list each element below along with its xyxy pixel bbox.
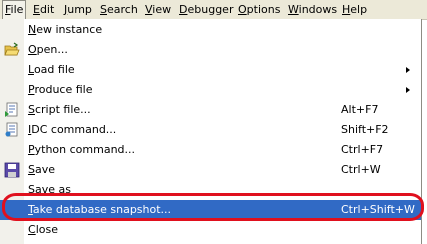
menu-item-shortcut: Ctrl+F7 xyxy=(341,143,384,156)
menu-item-produce-file[interactable]: Produce file xyxy=(0,80,421,100)
menu-item-label: New instance xyxy=(28,23,103,36)
menu-item-new-instance[interactable]: New instance xyxy=(0,20,421,40)
menu-item-label: Open... xyxy=(28,43,68,56)
menu-item-label: Script file... xyxy=(28,103,91,116)
menu-item-shortcut: Shift+F2 xyxy=(341,123,389,136)
open-folder-icon xyxy=(4,42,20,58)
menu-debugger[interactable]: Debugger xyxy=(177,0,235,19)
menu-item-label: Produce file xyxy=(28,83,93,96)
menu-help[interactable]: Help xyxy=(340,0,369,19)
menu-item-script-file[interactable]: Script file... Alt+F7 xyxy=(0,100,421,120)
menu-search[interactable]: Search xyxy=(98,0,140,19)
annotation-highlight-oval xyxy=(2,193,424,221)
menu-options[interactable]: Options xyxy=(236,0,282,19)
save-disk-icon xyxy=(4,162,20,178)
menu-item-label: Close xyxy=(28,223,58,236)
menu-item-label: Python command... xyxy=(28,143,136,156)
menu-item-close[interactable]: Close xyxy=(0,220,421,240)
idc-command-icon xyxy=(4,122,20,138)
menu-edit[interactable]: Edit xyxy=(31,0,56,19)
menu-item-label: Load file xyxy=(28,63,75,76)
menu-bar: File Edit Jump Search View Debugger Opti… xyxy=(0,0,427,20)
menu-jump[interactable]: Jump xyxy=(62,0,94,19)
menu-item-load-file[interactable]: Load file xyxy=(0,60,421,80)
menu-view[interactable]: View xyxy=(143,0,173,19)
menu-item-shortcut: Alt+F7 xyxy=(341,103,379,116)
menu-item-label: IDC command... xyxy=(28,123,117,136)
menu-item-shortcut: Ctrl+W xyxy=(341,163,381,176)
menu-windows[interactable]: Windows xyxy=(286,0,339,19)
menu-item-python-command[interactable]: Python command... Ctrl+F7 xyxy=(0,140,421,160)
menu-item-idc-command[interactable]: IDC command... Shift+F2 xyxy=(0,120,421,140)
menu-file[interactable]: File xyxy=(2,0,27,19)
menu-item-open[interactable]: Open... xyxy=(0,40,421,60)
menu-item-label: Save xyxy=(28,163,56,176)
menu-item-save[interactable]: Save Ctrl+W xyxy=(0,160,421,180)
script-file-icon xyxy=(4,102,20,118)
submenu-arrow-icon xyxy=(406,87,410,93)
submenu-arrow-icon xyxy=(406,67,410,73)
